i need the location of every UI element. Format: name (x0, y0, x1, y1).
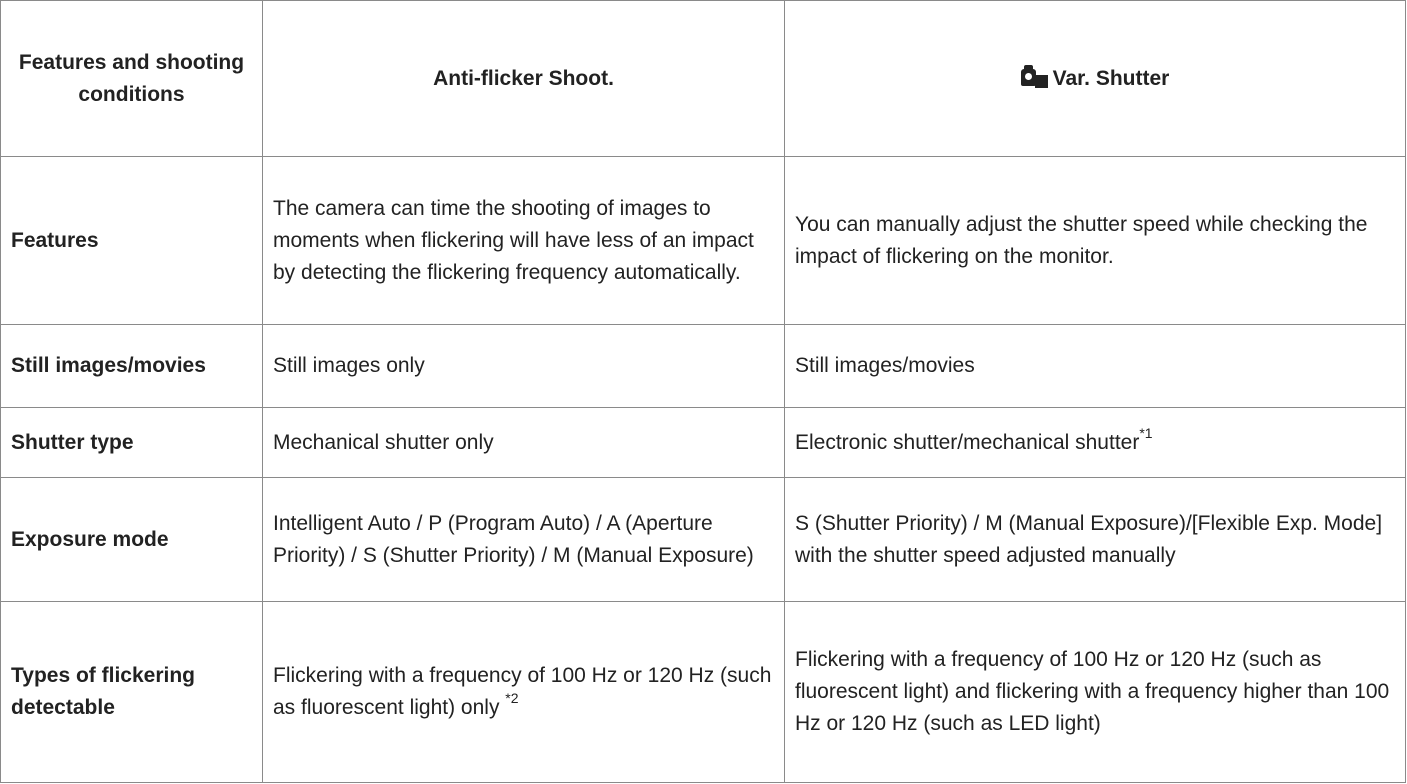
header-var-shutter: Var. Shutter (784, 0, 1406, 157)
camera-variable-shutter-icon (1020, 64, 1049, 88)
table-row: Shutter type Mechanical shutter only Ele… (0, 407, 1406, 478)
cell-var-shutter-still-movies: Still images/movies (784, 324, 1406, 408)
header-anti-flicker-shoot: Anti-flicker Shoot. (262, 0, 785, 157)
row-label-shutter-type: Shutter type (0, 407, 263, 478)
anti-flicker-flicker-types-text: Flickering with a frequency of 100 Hz or… (273, 664, 772, 719)
table-row: Exposure mode Intelligent Auto / P (Prog… (0, 477, 1406, 602)
table-row: Still images/movies Still images only St… (0, 324, 1406, 408)
cell-var-shutter-features: You can manually adjust the shutter spee… (784, 156, 1406, 325)
cell-anti-flicker-exposure-mode: Intelligent Auto / P (Program Auto) / A … (262, 477, 785, 602)
row-label-still-movies: Still images/movies (0, 324, 263, 408)
cell-var-shutter-exposure-mode: S (Shutter Priority) / M (Manual Exposur… (784, 477, 1406, 602)
row-label-features: Features (0, 156, 263, 325)
cell-anti-flicker-features: The camera can time the shooting of imag… (262, 156, 785, 325)
var-shutter-shutter-type-text: Electronic shutter/mechanical shutter (795, 430, 1140, 454)
footnote-ref-1: *1 (1139, 424, 1153, 441)
table-header-row: Features and shooting conditions Anti-fl… (0, 0, 1406, 157)
comparison-table: Features and shooting conditions Anti-fl… (0, 0, 1406, 783)
table-row: Features The camera can time the shootin… (0, 156, 1406, 325)
header-var-shutter-label: Var. Shutter (1052, 66, 1170, 90)
header-features-conditions: Features and shooting conditions (0, 0, 263, 157)
row-label-flicker-types: Types of flickering detectable (0, 601, 263, 783)
cell-var-shutter-flicker-types: Flickering with a frequency of 100 Hz or… (784, 601, 1406, 783)
cell-anti-flicker-flicker-types: Flickering with a frequency of 100 Hz or… (262, 601, 785, 783)
cell-anti-flicker-shutter-type: Mechanical shutter only (262, 407, 785, 478)
cell-var-shutter-shutter-type: Electronic shutter/mechanical shutter*1 (784, 407, 1406, 478)
row-label-exposure-mode: Exposure mode (0, 477, 263, 602)
table-row: Types of flickering detectable Flickerin… (0, 601, 1406, 783)
footnote-ref-2: *2 (505, 690, 519, 706)
cell-anti-flicker-still-movies: Still images only (262, 324, 785, 408)
